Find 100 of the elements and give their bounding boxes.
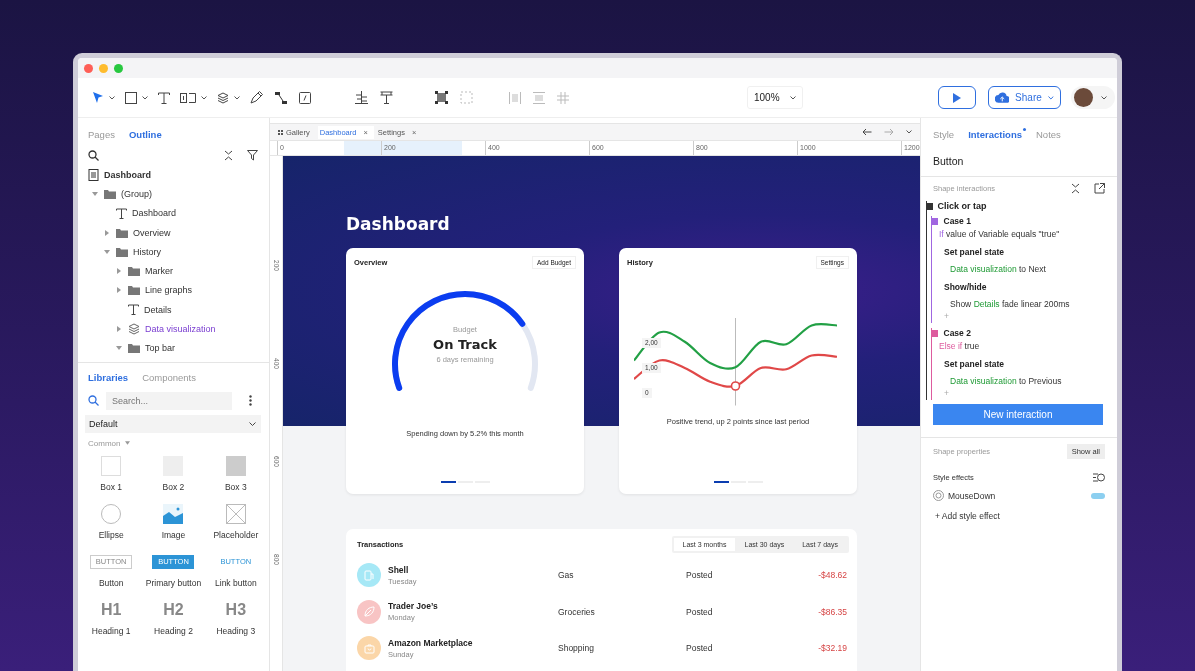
component-label: Heading 3: [216, 625, 256, 636]
event-title: Click or tap: [937, 201, 987, 211]
back-arrow-icon[interactable]: [862, 128, 872, 136]
caret-icon[interactable]: [201, 95, 207, 100]
component-label: Button: [98, 577, 124, 588]
panel-tab[interactable]: Outline: [128, 129, 162, 140]
transaction-category: Groceries: [558, 606, 596, 617]
component-label: Box 2: [162, 481, 185, 492]
transaction-status: Posted: [686, 570, 714, 581]
transaction-category: Shopping: [558, 643, 595, 654]
outline-item[interactable]: Data visualization: [78, 319, 269, 339]
share-button[interactable]: Share: [987, 86, 1061, 109]
panel-tab[interactable]: Libraries: [88, 371, 129, 383]
box-thumbnail[interactable]: [101, 455, 122, 476]
search-field[interactable]: Search...: [106, 391, 232, 410]
heading-thumbnail[interactable]: H1: [100, 599, 122, 620]
transaction-status: Posted: [686, 606, 714, 617]
action-detail: Data visualization to Next: [949, 263, 1047, 274]
heading-thumbnail[interactable]: H3: [225, 599, 247, 620]
component-label: Primary button: [145, 577, 202, 588]
image-thumbnail[interactable]: [163, 503, 184, 524]
align-icon[interactable]: [355, 91, 368, 104]
text-icon: [116, 207, 127, 219]
component-label: Ellipse: [98, 529, 124, 540]
action-detail: Show Details fade linear 200ms: [949, 298, 1071, 309]
folder-icon: [104, 188, 116, 199]
filter-icon[interactable]: [247, 150, 259, 161]
new-interaction-button[interactable]: New interaction: [933, 404, 1103, 425]
component-label: Link button: [215, 577, 257, 588]
transaction-amount: -$86.35: [818, 606, 847, 617]
layers-icon[interactable]: [217, 91, 229, 104]
component-label: Image: [161, 529, 186, 540]
outline-item[interactable]: (Group): [78, 184, 269, 204]
pop-out-icon[interactable]: [1094, 183, 1105, 194]
transaction-amount: -$48.62: [818, 570, 847, 581]
action-detail: Data visualization to Previous: [949, 375, 1063, 386]
play-button[interactable]: [937, 86, 976, 109]
folder-icon: [128, 285, 140, 296]
case-condition: Else if true: [938, 340, 981, 351]
slash-box-icon[interactable]: [299, 91, 311, 104]
case-condition: If value of Variable equals "true": [938, 228, 1061, 239]
group-icon[interactable]: [435, 91, 448, 104]
folder-icon: [128, 266, 140, 277]
merchant-name: Trader Joe’s: [388, 601, 439, 612]
cloud-upload-icon: [994, 92, 1010, 103]
merchant-name: Shell: [388, 564, 410, 575]
more-options-icon[interactable]: [249, 395, 252, 407]
toggle-effect-icon[interactable]: [1093, 473, 1105, 482]
text-icon[interactable]: [158, 91, 170, 104]
rectangle-icon[interactable]: [125, 91, 137, 104]
library-dropdown[interactable]: Default: [85, 414, 261, 433]
placeholder-thumbnail[interactable]: [225, 503, 246, 524]
outline-item[interactable]: Details: [78, 300, 269, 320]
connector-icon[interactable]: [275, 91, 287, 104]
add-style-effect-link[interactable]: + Add style effect: [921, 504, 1117, 528]
component-label: Box 3: [224, 481, 247, 492]
outline-item[interactable]: Overview: [78, 222, 269, 243]
budget-status: On Track: [433, 337, 497, 352]
outline-item[interactable]: Dashboard: [78, 203, 269, 223]
folder-icon: [116, 227, 128, 238]
frame-icon[interactable]: [180, 91, 196, 104]
transaction-amount: -$32.19: [818, 643, 847, 654]
heading-thumbnail[interactable]: H2: [163, 599, 184, 620]
outline-item[interactable]: Line graphs: [78, 280, 269, 301]
collapse-icon[interactable]: [925, 202, 933, 210]
layers-icon: [128, 323, 140, 335]
color-swatch[interactable]: [1091, 492, 1105, 499]
caret-icon[interactable]: [109, 95, 115, 100]
caret-icon[interactable]: [234, 95, 240, 100]
box-thumbnail[interactable]: [225, 455, 246, 476]
avatar[interactable]: [1073, 88, 1093, 107]
outline-item[interactable]: History: [78, 242, 269, 262]
page-icon: [88, 168, 99, 181]
zoom-dropdown[interactable]: 100%: [747, 86, 803, 109]
action-title: Set panel state: [943, 246, 1005, 257]
folder-icon: [128, 343, 140, 354]
page-indicator[interactable]: [440, 481, 456, 483]
caret-icon: [249, 421, 256, 426]
panel-tab[interactable]: Interactions: [968, 129, 1022, 140]
close-button[interactable]: [84, 63, 93, 73]
component-label: Heading 2: [154, 625, 193, 636]
pointer-icon[interactable]: [92, 91, 104, 104]
outline-item[interactable]: Dashboard: [78, 165, 269, 185]
pen-icon[interactable]: [250, 91, 263, 104]
action-title: Set panel state: [943, 358, 1005, 369]
collapse-icon[interactable]: [1071, 183, 1080, 194]
text-box-icon[interactable]: [380, 91, 393, 104]
style-effect-item[interactable]: MouseDown: [948, 490, 996, 501]
outline-item[interactable]: Marker: [78, 261, 269, 281]
search-icon[interactable]: [88, 150, 99, 161]
caret-icon[interactable]: [1100, 95, 1107, 100]
outline-item[interactable]: Top bar: [78, 338, 269, 358]
component-label: Heading 1: [91, 625, 131, 636]
collapse-icon[interactable]: [224, 150, 233, 161]
folder-icon: [116, 246, 128, 257]
caret-icon[interactable]: [906, 130, 912, 134]
play-icon: [952, 92, 961, 103]
page-indicator[interactable]: [713, 481, 729, 483]
caret-icon[interactable]: [142, 95, 148, 100]
search-icon: [88, 395, 99, 407]
